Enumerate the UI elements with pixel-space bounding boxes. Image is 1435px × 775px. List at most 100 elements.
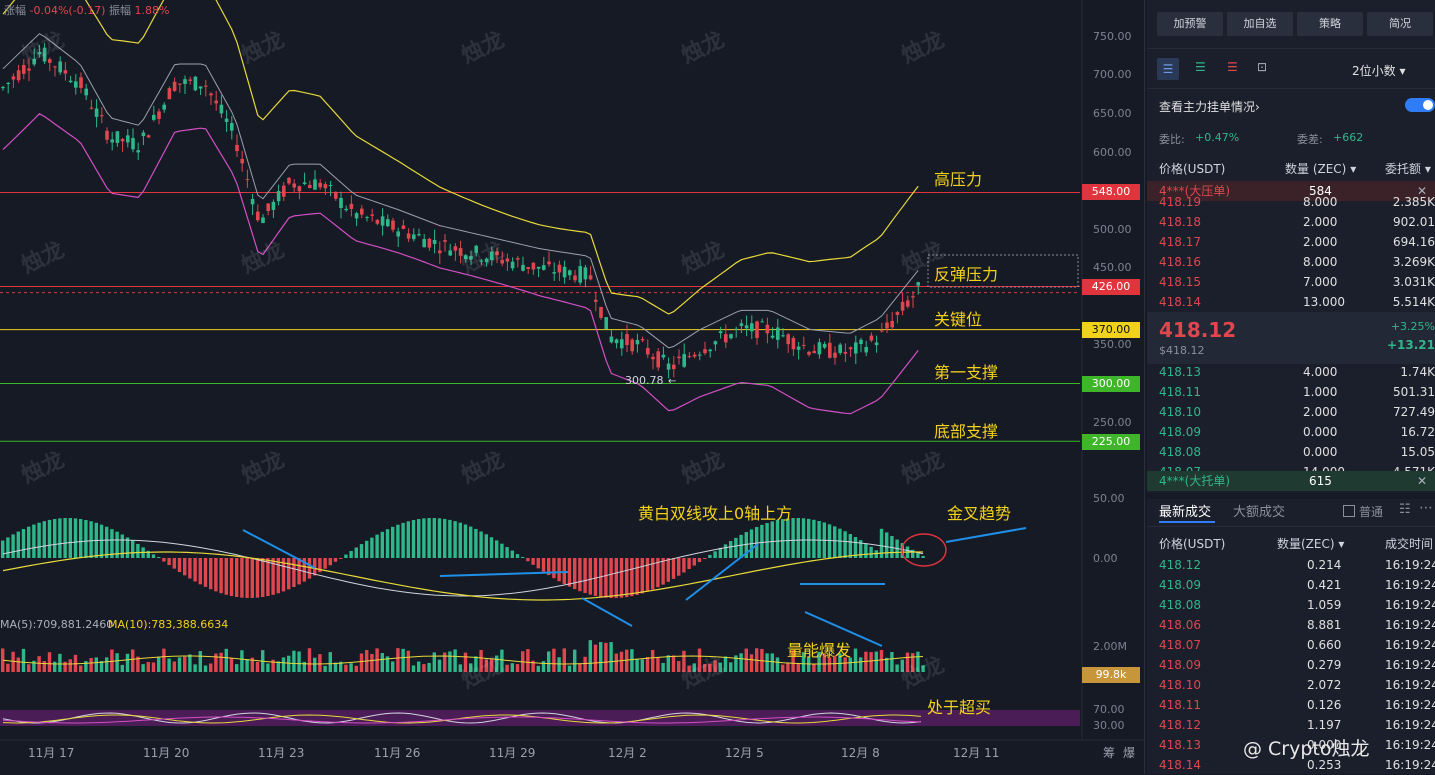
macd-bar [723, 544, 728, 558]
candle-body [198, 86, 203, 89]
toggle-boom[interactable]: 爆 [1123, 744, 1135, 761]
volume-bar [448, 651, 452, 672]
bid-row[interactable]: 418.13 4.000 1.74K [1147, 362, 1435, 382]
candle-body [640, 339, 645, 341]
boll-mid [2, 33, 919, 349]
volume-bar [203, 665, 208, 672]
candle-body [261, 217, 265, 224]
decimal-select[interactable]: 2位小数 ▾ [1352, 62, 1406, 79]
toggle-chip[interactable]: 筹 [1103, 744, 1115, 761]
col-amount-label: 委托额 [1385, 162, 1422, 176]
macd-bar [619, 558, 624, 598]
row-price: 418.15 [1159, 275, 1201, 289]
volume-bar [536, 665, 540, 672]
big-bid-row[interactable]: 4***(大托单) 615 ✕ [1147, 471, 1435, 491]
candle-body [651, 356, 655, 360]
chart-canvas[interactable]: ← [0, 0, 1145, 774]
macd-bar [531, 558, 535, 565]
row-price: 418.10 [1159, 405, 1201, 419]
volume-bar [354, 665, 358, 672]
candle-body [334, 192, 338, 199]
more-icon[interactable]: ⋯ [1419, 500, 1433, 516]
layout-both-icon[interactable]: ☰ [1157, 58, 1179, 80]
trade-row: 418.09 0.421 16:19:24 [1147, 575, 1435, 595]
volume-bar [63, 661, 67, 672]
macd-bar [99, 524, 104, 558]
ask-row[interactable]: 418.17 2.000 694.16 [1147, 232, 1435, 252]
volume-bar [645, 656, 650, 672]
bid-row[interactable]: 418.08 0.000 15.05 [1147, 442, 1435, 462]
volume-bar [297, 651, 301, 672]
normal-checkbox[interactable] [1343, 505, 1355, 517]
trade-price: 418.06 [1159, 618, 1201, 632]
volume-bar [547, 651, 551, 672]
macd-bar [479, 531, 483, 558]
strategy-button[interactable]: 策略 [1297, 12, 1363, 36]
volume-bar [614, 653, 618, 672]
macd-bar [427, 518, 431, 558]
candle-body [94, 108, 99, 117]
layout-bids-icon[interactable]: ☰ [1195, 60, 1206, 74]
volume-bar [198, 651, 202, 672]
bid-row[interactable]: 418.10 2.000 727.49 [1147, 402, 1435, 422]
volume-bar [177, 657, 182, 672]
filter-icon[interactable]: ☷ [1399, 502, 1411, 517]
annotation-bottom: 底部支撑 [934, 422, 999, 441]
main-order-toggle[interactable] [1405, 98, 1435, 112]
volume-bar [427, 662, 431, 672]
row-qty: 0.000 [1303, 445, 1338, 459]
macd-bar [297, 558, 301, 585]
macd-bar [469, 526, 473, 558]
macd-bar [131, 540, 135, 558]
order-book-link[interactable]: 查看主力挂单情况› [1159, 98, 1260, 115]
tab-latest-trades[interactable]: 最新成交 [1159, 501, 1211, 520]
candle-body [318, 182, 322, 188]
col-qty-label: 数量 (ZEC) [1285, 162, 1347, 176]
overview-button[interactable]: 简况 [1367, 12, 1433, 36]
trade-time: 16:19:24 [1385, 738, 1435, 752]
volume-bar [323, 665, 327, 672]
macd-bar [463, 524, 468, 558]
macd-bar [359, 544, 364, 558]
macd-bar [37, 522, 41, 558]
candle-body [687, 356, 692, 358]
volume-bar [593, 644, 598, 672]
tab-large-trades[interactable]: 大额成交 [1233, 501, 1285, 520]
macd-bar [437, 518, 442, 558]
col-qty[interactable]: 数量 (ZEC) ▾ [1285, 160, 1356, 177]
macd-bar [635, 558, 639, 595]
ask-row[interactable]: 418.15 7.000 3.031K [1147, 272, 1435, 292]
macd-bar [406, 521, 410, 558]
add-watch-button[interactable]: 加自选 [1227, 12, 1293, 36]
bid-row[interactable]: 418.11 1.000 501.31 [1147, 382, 1435, 402]
col-amount[interactable]: 委托额 ▾ [1385, 160, 1431, 177]
candle-body [854, 342, 858, 354]
macd-bar [848, 534, 852, 558]
trade-price: 418.12 [1159, 558, 1201, 572]
close-icon[interactable]: ✕ [1417, 471, 1427, 491]
layout-trades-icon[interactable]: ⊡ [1257, 60, 1267, 74]
candle-body [406, 233, 411, 239]
ask-row[interactable]: 418.16 8.000 3.269K [1147, 252, 1435, 272]
bid-row[interactable]: 418.09 0.000 16.72 [1147, 422, 1435, 442]
layout-asks-icon[interactable]: ☰ [1227, 60, 1238, 74]
macd-bar [276, 558, 280, 594]
order-book-link-label: 查看主力挂单情况 [1159, 100, 1256, 114]
x-tick: 11月 23 [258, 746, 305, 760]
ask-row[interactable]: 418.18 2.000 902.01 [1147, 212, 1435, 232]
candle-body [126, 135, 130, 143]
trade-qty: 0.214 [1307, 558, 1342, 572]
trade-price: 418.14 [1159, 758, 1201, 772]
candle-body [448, 250, 452, 256]
candle-body [656, 351, 660, 368]
volume-bar [79, 665, 83, 672]
ask-row[interactable]: 418.14 13.000 5.514K [1147, 292, 1435, 312]
candle-body [297, 186, 302, 192]
row-price: 418.17 [1159, 235, 1201, 249]
ask-row[interactable]: 418.19 8.000 2.385K [1147, 192, 1435, 212]
trade-col-qty[interactable]: 数量(ZEC) ▾ [1277, 535, 1344, 552]
volume-bar [328, 652, 332, 672]
kline-chart[interactable]: ← 涨幅 -0.04%(-0.17) 振幅 1.88% 烛龙 烛龙 烛龙 烛龙 … [0, 0, 1145, 774]
alert-button[interactable]: 加预警 [1157, 12, 1223, 36]
macd-bar [396, 524, 400, 558]
